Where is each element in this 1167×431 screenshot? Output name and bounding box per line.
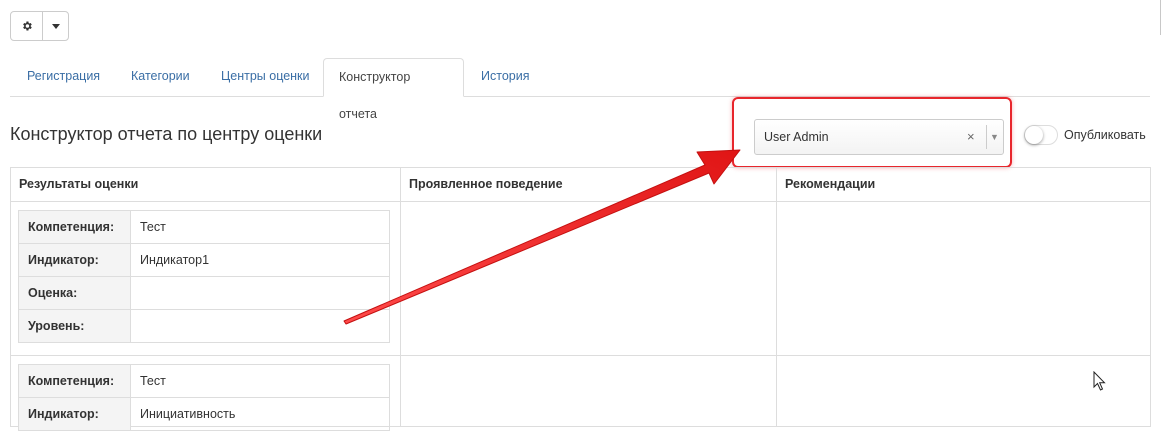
table-row: Компетенция: Тест xyxy=(18,364,390,398)
indicator-value: Инициативность xyxy=(130,397,390,431)
level-value xyxy=(130,309,390,343)
table-row: Компетенция: Тест xyxy=(18,210,390,244)
table-row: Индикатор: Индикатор1 xyxy=(18,243,390,277)
tab-registration[interactable]: Регистрация xyxy=(12,58,115,97)
table-row: Уровень: xyxy=(18,309,390,343)
score-value xyxy=(130,276,390,310)
competency-value: Тест xyxy=(130,364,390,398)
header-assessment-results: Результаты оценки xyxy=(19,177,139,191)
chevron-down-icon[interactable]: ▼ xyxy=(990,120,999,154)
competency-value: Тест xyxy=(130,210,390,244)
window-edge-divider xyxy=(1160,0,1161,35)
mouse-cursor-icon xyxy=(1093,371,1106,391)
indicator-label: Индикатор: xyxy=(18,397,131,431)
table-row: Оценка: xyxy=(18,276,390,310)
score-label: Оценка: xyxy=(18,276,131,310)
tab-history[interactable]: История xyxy=(466,58,544,97)
publish-toggle[interactable] xyxy=(1024,125,1058,145)
toggle-knob xyxy=(1025,126,1043,144)
settings-dropdown-toggle[interactable] xyxy=(42,12,68,40)
tab-bar: Регистрация Категории Центры оценки Конс… xyxy=(10,58,1150,121)
caret-down-icon xyxy=(51,23,60,29)
select-separator xyxy=(986,125,987,149)
user-select-value: User Admin xyxy=(764,130,829,144)
column-divider xyxy=(400,168,401,426)
indicator-label: Индикатор: xyxy=(18,243,131,277)
column-divider xyxy=(776,168,777,426)
header-observed-behavior: Проявленное поведение xyxy=(409,177,563,191)
competency-label: Компетенция: xyxy=(18,364,131,398)
assessment-details-table: Компетенция: Тест Индикатор: Индикатор1 … xyxy=(18,210,390,343)
tab-categories[interactable]: Категории xyxy=(116,58,205,97)
assessment-details-table: Компетенция: Тест Индикатор: Инициативно… xyxy=(18,364,390,431)
clear-icon[interactable]: × xyxy=(967,120,975,154)
header-divider xyxy=(11,201,1150,202)
gear-icon xyxy=(22,21,32,31)
settings-button[interactable] xyxy=(11,12,42,40)
tab-report-builder[interactable]: Конструктор отчета xyxy=(323,58,464,121)
page-title: Конструктор отчета по центру оценки xyxy=(10,124,323,144)
tab-assessment-centers[interactable]: Центры оценки xyxy=(206,58,325,97)
publish-label: Опубликовать xyxy=(1064,128,1146,142)
level-label: Уровень: xyxy=(18,309,131,343)
indicator-value: Индикатор1 xyxy=(130,243,390,277)
table-row: Индикатор: Инициативность xyxy=(18,397,390,431)
row-divider xyxy=(11,355,1150,356)
user-select[interactable]: User Admin × ▼ xyxy=(754,119,1004,155)
competency-label: Компетенция: xyxy=(18,210,131,244)
settings-button-group xyxy=(10,11,69,41)
header-recommendations: Рекомендации xyxy=(785,177,876,191)
